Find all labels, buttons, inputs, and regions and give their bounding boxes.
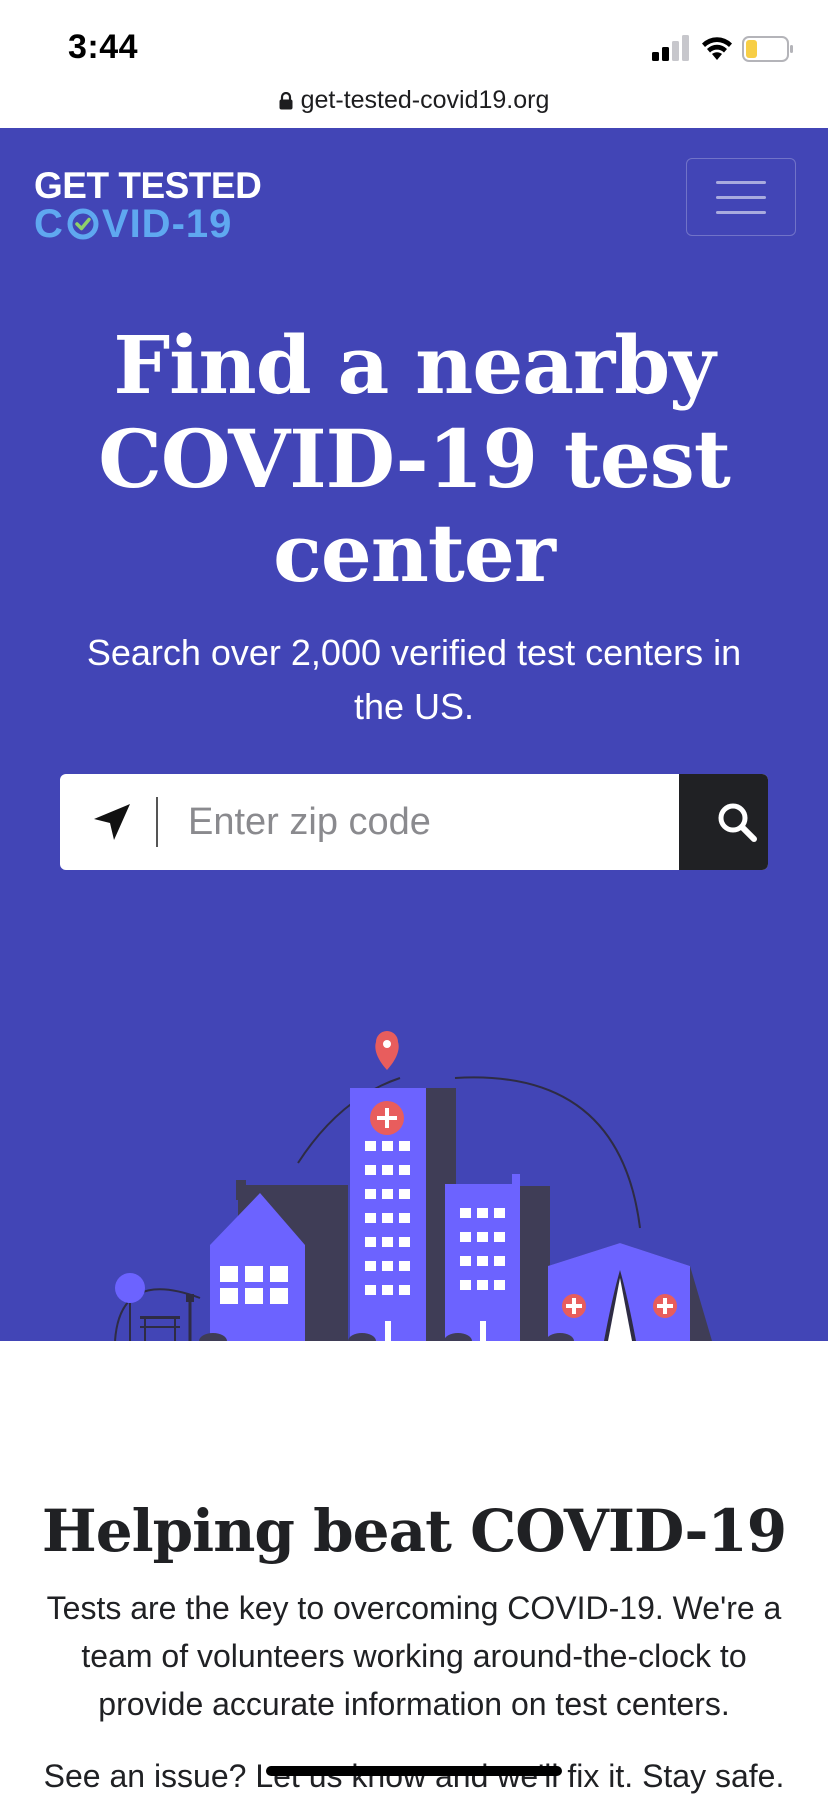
about-title: Helping beat COVID-19 [41, 1497, 787, 1565]
status-time: 3:44 [68, 28, 139, 66]
lock-icon [279, 91, 293, 109]
logo-vid: VID-19 [101, 202, 233, 246]
battery-icon [742, 36, 793, 62]
issue-suffix: and we'll fix it. Stay safe. [426, 1758, 785, 1794]
about-text: Tests are the key to overcoming COVID-19… [46, 1590, 782, 1722]
hero-title: Find a nearby COVID-19 test center [98, 318, 731, 600]
menu-bar-bottom [716, 210, 766, 214]
zip-code-input[interactable] [158, 774, 679, 870]
logo-line1: GET TESTED [34, 165, 262, 206]
issue-prefix: See an issue? [43, 1758, 256, 1794]
logo-line2: C VID-19 [34, 204, 261, 244]
check-icon [67, 208, 99, 240]
zip-search-form [60, 774, 768, 870]
hamburger-menu-icon [716, 180, 766, 184]
hero-subtitle: Search over 2,000 verified test centers … [86, 632, 742, 727]
url-text[interactable]: get-tested-covid19.org [301, 86, 550, 115]
url-bar[interactable]: get-tested-covid19.org [0, 80, 828, 129]
location-arrow-icon[interactable] [90, 800, 134, 844]
logo-c: C [34, 202, 64, 246]
status-bar: 3:44 [0, 0, 828, 90]
issue-link[interactable]: Let us know [255, 1758, 426, 1794]
site-logo[interactable]: GET TESTED C VID-19 [34, 165, 262, 244]
wifi-icon [702, 37, 732, 60]
home-indicator[interactable] [266, 1766, 562, 1776]
cellular-signal-icon [652, 35, 689, 61]
hamburger-menu-button[interactable] [686, 158, 796, 236]
menu-bar-middle [716, 195, 766, 199]
test-center-illustration [114, 1031, 712, 1341]
search-icon [718, 803, 757, 842]
hero-section: GET TESTED C VID-19 Find a nearby COVID-… [0, 128, 828, 1341]
issue-text: See an issue? Let us know and we'll fix … [30, 1752, 798, 1800]
search-button[interactable] [679, 774, 768, 870]
